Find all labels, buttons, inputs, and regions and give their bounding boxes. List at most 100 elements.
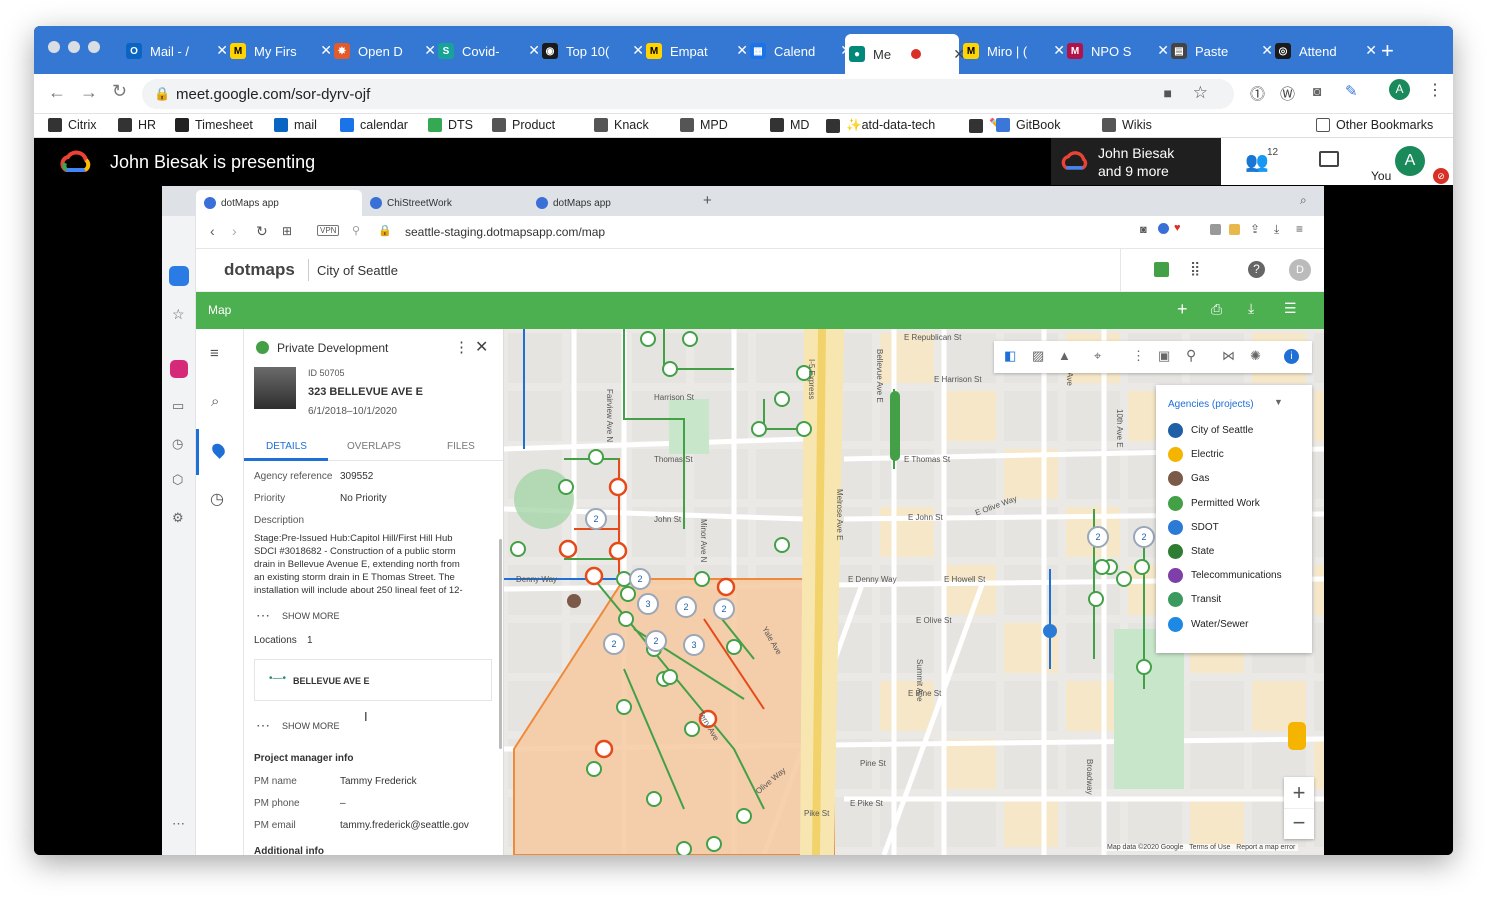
bookmark-item[interactable]: ✨atd-data-tech: [826, 118, 935, 133]
inner-url[interactable]: seattle-staging.dotmapsapp.com/map: [405, 225, 605, 239]
extension-pen-icon[interactable]: ✎: [1345, 82, 1358, 100]
map-view-icon[interactable]: [1154, 262, 1169, 277]
panel-close-icon[interactable]: ✕: [475, 337, 488, 357]
browser-tab[interactable]: M Miro | (✕: [959, 38, 1065, 64]
browser-tab[interactable]: ✸ Open D ✕: [330, 38, 436, 64]
legend-item[interactable]: Water/Sewer: [1168, 616, 1248, 632]
bookmark-item[interactable]: MPD: [680, 118, 728, 132]
permit-marker[interactable]: [682, 331, 698, 347]
terms-link[interactable]: Terms of Use: [1189, 844, 1230, 851]
location-pin-icon[interactable]: [209, 441, 228, 459]
help-icon[interactable]: ?: [1248, 261, 1265, 278]
permit-marker[interactable]: [510, 541, 526, 557]
district-polygon[interactable]: [513, 578, 835, 855]
print-icon[interactable]: ⎙: [1211, 301, 1222, 318]
alert-marker[interactable]: [608, 477, 628, 497]
bookmark-item[interactable]: calendar: [340, 118, 408, 132]
legend-item[interactable]: Telecommunications: [1168, 568, 1282, 584]
share-icon[interactable]: ⇪: [1250, 222, 1260, 236]
browser-tab[interactable]: ▦Calend✕: [746, 38, 852, 64]
browser-tab[interactable]: O Mail - / ✕: [122, 38, 228, 64]
pm-email-value[interactable]: tammy.frederick@seattle.gov: [340, 820, 469, 831]
legend-item[interactable]: Electric: [1168, 447, 1224, 463]
pegman-icon[interactable]: [1288, 722, 1306, 750]
cluster-count[interactable]: 2: [611, 639, 616, 649]
gas-marker[interactable]: [567, 594, 581, 608]
permit-marker[interactable]: [618, 611, 634, 627]
self-avatar[interactable]: A: [1395, 146, 1425, 176]
permit-marker[interactable]: [662, 361, 678, 377]
bookmark-item[interactable]: HR: [118, 118, 156, 132]
vpn-badge[interactable]: VPN: [317, 225, 340, 236]
inner-reload-icon[interactable]: ↻: [256, 223, 268, 240]
map-canvas[interactable]: 2 2 3 2 2 2 2 3 2 2 E Republican St E Harrison St H…: [504, 329, 1324, 855]
bookmark-item[interactable]: MD: [770, 118, 809, 132]
permit-marker[interactable]: [1116, 571, 1132, 587]
alert-marker[interactable]: [594, 739, 614, 759]
cluster-count[interactable]: 2: [1141, 532, 1146, 542]
extension-box-icon[interactable]: [1229, 224, 1240, 235]
zoom-out-button[interactable]: −: [1284, 808, 1314, 839]
history-icon[interactable]: ◷: [172, 436, 183, 452]
permit-marker[interactable]: [796, 421, 812, 437]
alert-marker[interactable]: [608, 541, 628, 561]
cluster-icon[interactable]: ✺: [1250, 348, 1261, 364]
permit-marker[interactable]: [694, 571, 710, 587]
extension-w-icon[interactable]: Ⓦ: [1280, 83, 1295, 104]
settings-gear-icon[interactable]: ⚙: [172, 510, 184, 526]
legend-item[interactable]: Gas: [1168, 471, 1209, 487]
inner-back-icon[interactable]: ‹: [210, 223, 215, 239]
filter-sliders-icon[interactable]: ≡: [210, 345, 219, 362]
share-layer-icon[interactable]: ⋈: [1222, 348, 1235, 364]
shield-icon[interactable]: [1158, 223, 1169, 234]
extension-1password-icon[interactable]: ⓵: [1250, 83, 1265, 104]
report-link[interactable]: Report a map error: [1236, 844, 1295, 851]
zoom-in-button[interactable]: +: [1284, 777, 1314, 808]
bike-icon[interactable]: ⚲: [1186, 347, 1196, 364]
permit-marker[interactable]: [616, 699, 632, 715]
permit-marker[interactable]: [1134, 559, 1150, 575]
clock-icon[interactable]: ◷: [210, 489, 224, 509]
permit-marker[interactable]: [558, 479, 574, 495]
terrain-icon[interactable]: ▲: [1058, 348, 1071, 363]
cluster-count[interactable]: 2: [1095, 532, 1100, 542]
inner-search-icon[interactable]: ⌕: [1300, 193, 1307, 208]
zoom-window-dot[interactable]: [88, 41, 100, 53]
bookmark-item[interactable]: Citrix: [48, 118, 96, 132]
presenter-chip[interactable]: John Biesak and 9 more: [1051, 138, 1221, 185]
legend-title[interactable]: Agencies (projects): [1168, 399, 1254, 410]
minimize-window-dot[interactable]: [68, 41, 80, 53]
browser-tab[interactable]: M NPO S ✕: [1063, 38, 1169, 64]
inner-new-tab-button[interactable]: +: [703, 192, 712, 209]
permit-marker[interactable]: [684, 721, 700, 737]
show-more-locations[interactable]: SHOW MORE: [282, 721, 340, 731]
info-icon[interactable]: i: [1284, 349, 1299, 364]
inner-tab-dotmaps-2[interactable]: dotMaps app: [528, 190, 694, 216]
home-icon[interactable]: [169, 266, 189, 286]
panel-scrollbar[interactable]: [499, 539, 502, 749]
heart-icon[interactable]: ♥: [1174, 222, 1181, 234]
location-card[interactable]: •—• BELLEVUE AVE E: [254, 659, 492, 701]
chat-icon[interactable]: [1319, 151, 1339, 167]
permit-marker[interactable]: [751, 421, 767, 437]
legend-item[interactable]: Transit: [1168, 592, 1221, 608]
map-layer-icon[interactable]: ◧: [1004, 348, 1016, 364]
forward-icon[interactable]: →: [80, 82, 98, 103]
profile-avatar[interactable]: A: [1389, 79, 1410, 100]
permit-marker[interactable]: [620, 586, 636, 602]
cluster-count[interactable]: 2: [683, 602, 688, 612]
show-more-description[interactable]: SHOW MORE: [282, 611, 340, 621]
inner-tab-dotmaps[interactable]: dotMaps app: [196, 190, 362, 216]
menu-kebab-icon[interactable]: ⋮: [1427, 80, 1443, 100]
back-icon[interactable]: ←: [48, 82, 66, 103]
traffic-light-icon[interactable]: ⋮: [1132, 348, 1145, 364]
project-thumbnail[interactable]: [254, 367, 296, 409]
permit-marker[interactable]: [1136, 659, 1152, 675]
permit-marker[interactable]: [588, 449, 604, 465]
extension-icon[interactable]: [1210, 224, 1221, 235]
cluster-count[interactable]: 2: [653, 636, 658, 646]
permit-marker[interactable]: [662, 669, 678, 685]
reload-icon[interactable]: ↻: [112, 81, 127, 102]
instagram-icon[interactable]: [170, 360, 188, 378]
browser-tab[interactable]: ◎ Attend ✕: [1271, 38, 1377, 64]
